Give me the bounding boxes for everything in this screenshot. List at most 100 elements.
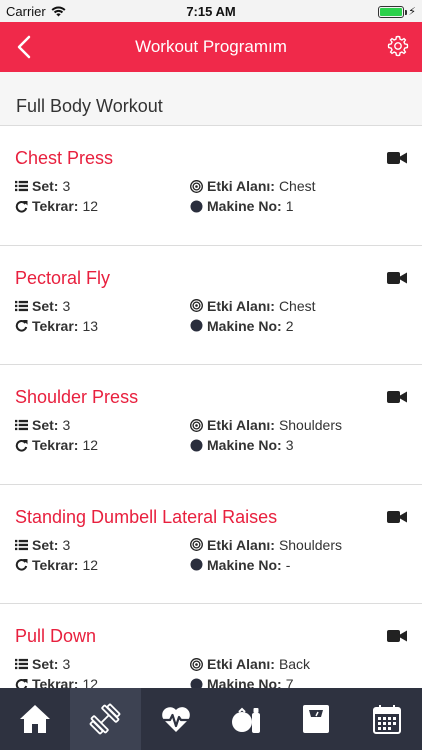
reps-value: 12 [82, 198, 99, 214]
battery-icon [378, 5, 408, 18]
target-area-info: Etki Alanı: Chest [190, 178, 316, 194]
tab-workout[interactable] [70, 688, 141, 750]
target-area-info: Etki Alanı: Shoulders [190, 417, 342, 433]
area-value: Chest [278, 297, 316, 314]
machine-value: 7 [285, 676, 294, 688]
list-icon [15, 180, 28, 193]
target-icon [190, 657, 203, 671]
page-title: Workout Programım [135, 37, 287, 56]
workout-card[interactable]: Pectoral Fly Set: 3 Tekrar: 13 Etki Alan… [0, 245, 422, 365]
target-icon [190, 299, 203, 312]
reps-label: Tekrar: [32, 676, 79, 688]
heart-rate-icon [160, 707, 191, 732]
reps-label: Tekrar: [32, 317, 79, 334]
machine-label: Makine No: [207, 556, 282, 573]
repeat-icon [15, 439, 28, 452]
set-value: 3 [62, 178, 71, 194]
repeat-icon [15, 558, 28, 571]
set-label: Set: [32, 297, 59, 314]
target-icon [190, 538, 203, 551]
set-info: Set: 3 [15, 178, 70, 194]
charging-icon: ⚡ [408, 6, 416, 18]
machine-value: 1 [285, 198, 294, 214]
area-label: Etki Alanı: [207, 178, 275, 194]
workout-card[interactable]: Shoulder Press Set: 3 Tekrar: 12 Etki Al… [0, 365, 422, 485]
video-camera-icon[interactable] [387, 510, 407, 524]
area-label: Etki Alanı: [207, 536, 275, 553]
gear-icon [387, 35, 409, 57]
machine-value: - [285, 556, 291, 573]
set-label: Set: [32, 178, 59, 194]
status-time: 7:15 AM [186, 4, 236, 19]
reps-info: Tekrar: 12 [15, 437, 98, 453]
reps-value: 12 [82, 437, 99, 453]
machine-info: Makine No: 2 [190, 318, 293, 334]
repeat-icon [15, 319, 28, 332]
area-value: Back [278, 656, 311, 672]
workout-name: Shoulder Press [15, 387, 139, 407]
reps-label: Tekrar: [32, 556, 79, 573]
machine-info: Makine No: - [190, 557, 290, 573]
workout-list[interactable]: Chest Press Set: 3 Tekrar: 12 Etki Alanı… [0, 126, 422, 688]
dot-icon [190, 558, 203, 571]
navigation-bar: Workout Programım [0, 22, 422, 72]
repeat-icon [15, 678, 28, 688]
tab-scale[interactable] [281, 688, 351, 750]
machine-value: 2 [285, 317, 294, 334]
machine-label: Makine No: [207, 676, 282, 688]
workout-card[interactable]: Pull Down Set: 3 Tekrar: 12 Etki Alanı: … [0, 604, 422, 688]
list-icon [15, 419, 28, 432]
set-label: Set: [32, 417, 59, 433]
tab-nutrition[interactable] [211, 688, 281, 750]
set-label: Set: [32, 656, 59, 672]
target-area-info: Etki Alanı: Back [190, 656, 310, 672]
area-value: Chest [278, 178, 316, 194]
machine-label: Makine No: [207, 198, 282, 214]
machine-info: Makine No: 3 [190, 437, 293, 453]
machine-value: 3 [285, 437, 294, 453]
target-area-info: Etki Alanı: Chest [190, 298, 316, 314]
set-value: 3 [62, 297, 71, 314]
area-value: Shoulders [278, 417, 342, 433]
reps-value: 12 [82, 676, 99, 688]
workout-program-title: Full Body Workout [16, 96, 163, 116]
video-camera-icon[interactable] [387, 151, 407, 165]
chevron-left-icon [17, 35, 31, 59]
reps-info: Tekrar: 13 [15, 318, 98, 334]
dot-icon [190, 200, 203, 213]
target-icon [190, 418, 203, 432]
tab-health[interactable] [141, 688, 211, 750]
reps-info: Tekrar: 12 [15, 198, 98, 214]
list-icon [15, 538, 28, 551]
area-label: Etki Alanı: [207, 297, 275, 314]
video-camera-icon[interactable] [387, 390, 407, 404]
set-info: Set: 3 [15, 656, 70, 672]
workout-name: Standing Dumbell Lateral Raises [15, 506, 278, 527]
tab-calendar[interactable] [352, 688, 422, 750]
tab-home[interactable] [0, 688, 70, 750]
scale-icon [303, 705, 330, 733]
workout-name: Pull Down [15, 626, 97, 646]
video-camera-icon[interactable] [387, 629, 407, 643]
machine-label: Makine No: [207, 317, 282, 334]
set-info: Set: 3 [15, 537, 70, 553]
dot-icon [190, 439, 203, 452]
reps-info: Tekrar: 12 [15, 557, 98, 573]
target-area-info: Etki Alanı: Shoulders [190, 537, 342, 553]
area-label: Etki Alanı: [207, 417, 275, 433]
target-icon [190, 179, 203, 193]
status-bar: Carrier 7:15 AM ⚡ [0, 0, 422, 22]
set-label: Set: [32, 536, 59, 553]
settings-button[interactable] [386, 34, 410, 58]
repeat-icon [15, 200, 28, 213]
area-value: Shoulders [278, 536, 342, 553]
tab-bar [0, 688, 422, 750]
list-icon [15, 299, 28, 312]
back-button[interactable] [12, 33, 36, 61]
workout-card[interactable]: Standing Dumbell Lateral Raises Set: 3 T… [0, 484, 422, 604]
set-info: Set: 3 [15, 417, 70, 433]
workout-card[interactable]: Chest Press Set: 3 Tekrar: 12 Etki Alanı… [0, 126, 422, 246]
reps-label: Tekrar: [32, 437, 79, 453]
set-value: 3 [62, 536, 71, 553]
video-camera-icon[interactable] [387, 271, 407, 285]
